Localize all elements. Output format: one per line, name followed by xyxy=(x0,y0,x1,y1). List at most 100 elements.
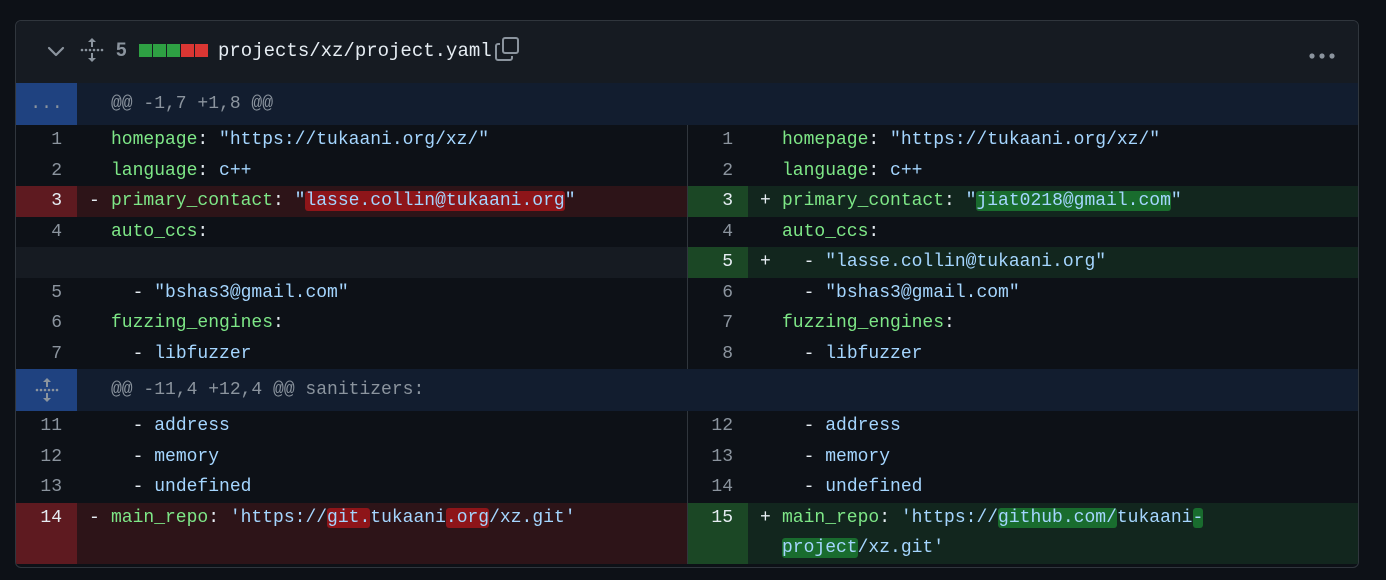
hunk-header-text: @@ -1,7 +1,8 @@ xyxy=(111,94,274,114)
diffstat-del-block xyxy=(181,44,194,57)
code-line: fuzzing_engines: xyxy=(111,308,284,338)
line-number[interactable]: 1 xyxy=(687,125,748,156)
code-line: homepage: "https://tukaani.org/xz/" xyxy=(111,125,489,155)
line-number[interactable]: 6 xyxy=(687,278,748,309)
code-line: auto_ccs: xyxy=(782,217,879,247)
chevron-down-icon[interactable] xyxy=(46,41,66,66)
code-token: libfuzzer xyxy=(154,343,252,364)
diffstat-bar xyxy=(139,44,208,57)
code-line: - libfuzzer xyxy=(111,339,252,369)
code-token: c++ xyxy=(219,160,252,181)
code-token: : xyxy=(879,507,901,528)
code-token: " xyxy=(564,191,576,211)
code-token: "bshas3@gmail.com" xyxy=(825,282,1020,303)
code-token: : xyxy=(944,191,966,211)
code-token: fuzzing_engines xyxy=(111,313,274,333)
diffstat-add-block xyxy=(153,44,166,57)
line-number[interactable]: 8 xyxy=(687,339,748,370)
code-token: tukaani xyxy=(1116,507,1193,528)
file-name[interactable]: projects/xz/project.yaml xyxy=(218,40,492,62)
line-number[interactable]: 13 xyxy=(687,442,748,473)
line-number[interactable]: 5 xyxy=(687,247,748,278)
code-token: - xyxy=(782,252,826,272)
line-number[interactable]: 2 xyxy=(16,156,77,187)
line-number[interactable]: 6 xyxy=(16,308,77,339)
code-line: - libfuzzer xyxy=(782,339,923,369)
code-token: main_repo xyxy=(111,507,209,528)
code-token: : xyxy=(273,191,295,211)
deletion-marker: - xyxy=(89,191,100,211)
code-token: primary_contact xyxy=(111,191,274,211)
code-token: - xyxy=(782,282,826,303)
line-number[interactable]: 4 xyxy=(16,217,77,248)
code-token: /xz.git' xyxy=(489,507,576,528)
addition-marker: + xyxy=(760,507,771,528)
line-number[interactable]: 5 xyxy=(16,278,77,309)
code-line: primary_contact: "jiat0218@gmail.com" xyxy=(782,186,1182,216)
addition-marker: + xyxy=(760,191,771,211)
code-line: main_repo: 'https://git.tukaani.org/xz.g… xyxy=(111,503,576,533)
code-line: - undefined xyxy=(111,472,252,502)
code-token: - xyxy=(111,477,155,497)
code-token: - xyxy=(782,446,826,467)
code-token: - xyxy=(782,343,826,364)
code-token: language xyxy=(111,160,198,181)
code-token: - xyxy=(782,416,826,436)
diffstat-add-block xyxy=(139,44,152,57)
expand-button[interactable]: ... xyxy=(16,83,77,125)
code-token: undefined xyxy=(154,477,252,497)
deletion-marker: - xyxy=(89,507,100,528)
code-token: - xyxy=(782,477,826,497)
code-token: "bshas3@gmail.com" xyxy=(154,282,349,303)
code-token: : xyxy=(868,221,880,242)
line-number[interactable]: 11 xyxy=(16,411,77,442)
line-number[interactable]: 13 xyxy=(16,472,77,503)
code-token: tukaani xyxy=(370,507,446,528)
code-token: libfuzzer xyxy=(825,343,923,364)
code-line-wrap: project/xz.git' xyxy=(782,533,944,563)
changed-word: project xyxy=(782,537,858,558)
code-line: homepage: "https://tukaani.org/xz/" xyxy=(782,125,1160,155)
line-number[interactable]: 15 xyxy=(687,502,748,564)
expand-icon[interactable] xyxy=(16,369,77,411)
code-token: language xyxy=(782,160,869,181)
line-number[interactable]: 7 xyxy=(687,308,748,339)
move-expand-icon[interactable] xyxy=(80,37,104,68)
code-token: " xyxy=(965,191,977,211)
line-number[interactable]: 3 xyxy=(16,186,77,217)
code-token: primary_contact xyxy=(782,191,945,211)
code-token: memory xyxy=(154,446,220,467)
hunk-header-text: @@ -11,4 +12,4 @@ sanitizers: xyxy=(111,380,425,400)
code-token: homepage xyxy=(782,130,869,150)
code-token: : xyxy=(197,221,209,242)
line-number[interactable]: 14 xyxy=(16,502,77,564)
hunk-header: @@ -11,4 +12,4 @@ sanitizers: xyxy=(16,369,1358,411)
changed-word: github.com/ xyxy=(998,507,1117,528)
code-token: : xyxy=(197,130,220,150)
line-number[interactable]: 12 xyxy=(687,411,748,442)
code-line: - "bshas3@gmail.com" xyxy=(111,278,349,308)
changed-word: jiat0218@gmail.com xyxy=(976,191,1171,211)
code-token: : xyxy=(944,313,955,333)
code-line: primary_contact: "lasse.collin@tukaani.o… xyxy=(111,186,576,216)
line-number[interactable]: 14 xyxy=(687,472,748,503)
copy-icon[interactable] xyxy=(494,36,520,67)
line-number[interactable]: 12 xyxy=(16,442,77,473)
split-divider xyxy=(687,125,688,369)
code-line: fuzzing_engines: xyxy=(782,308,955,338)
line-number[interactable]: 2 xyxy=(687,156,748,187)
code-line: - address xyxy=(782,411,901,441)
kebab-horizontal-icon[interactable] xyxy=(1308,47,1336,65)
code-line: language: c++ xyxy=(111,156,251,186)
line-number[interactable]: 7 xyxy=(16,339,77,370)
line-number[interactable]: 3 xyxy=(687,186,748,217)
code-line: - "bshas3@gmail.com" xyxy=(782,278,1020,308)
diffstat-del-block xyxy=(195,44,208,57)
code-token: "lasse.collin@tukaani.org" xyxy=(825,252,1107,272)
code-token: : xyxy=(273,313,284,333)
line-number[interactable]: 1 xyxy=(16,125,77,156)
diffstat-add-block xyxy=(167,44,180,57)
line-number[interactable]: 4 xyxy=(687,217,748,248)
code-token: - xyxy=(111,343,155,364)
code-token: address xyxy=(154,416,230,436)
